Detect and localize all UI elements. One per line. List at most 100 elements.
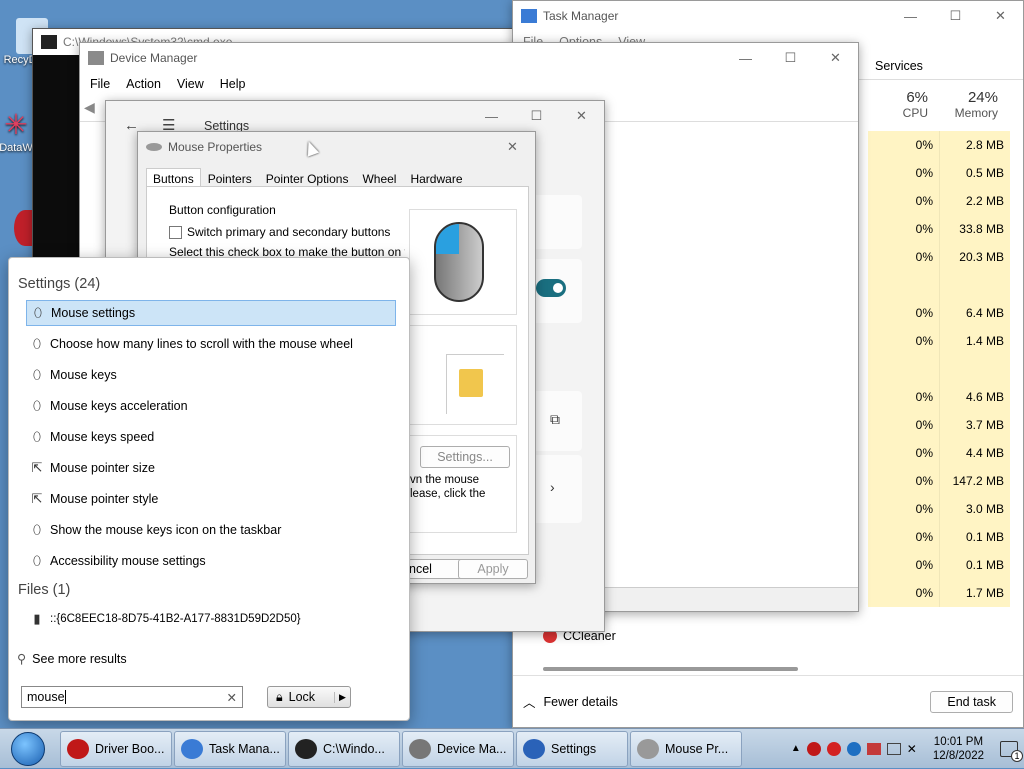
search-result-item[interactable]: ⬯ Mouse keys acceleration (26, 393, 396, 419)
memory-cell (940, 355, 1010, 383)
process-row[interactable]: 0% 4.6 MB (868, 383, 1023, 411)
cpu-cell (868, 355, 940, 383)
mouse-icon: ⬯ (32, 429, 42, 444)
tray-battery-icon[interactable] (866, 742, 881, 755)
minimize-icon[interactable]: — (888, 1, 933, 31)
search-result-item[interactable]: ⬯ Accessibility mouse settings (26, 548, 396, 574)
see-more-label: See more results (32, 651, 127, 666)
cpu-cell: 0% (868, 159, 940, 187)
chevron-right-icon: › (550, 479, 555, 495)
taskbar-button[interactable]: Mouse Pr... (630, 730, 742, 767)
process-row[interactable]: 0% 20.3 MB (868, 243, 1023, 271)
dm-menu-help[interactable]: Help (220, 77, 246, 91)
process-row[interactable]: 0% 6.4 MB (868, 299, 1023, 327)
close-icon[interactable]: ✕ (559, 101, 604, 131)
dm-menu-file[interactable]: File (90, 77, 110, 91)
search-input[interactable]: mouse ✕ (21, 686, 243, 708)
tm-title: Task Manager (543, 9, 619, 23)
tray-red-icon[interactable] (826, 741, 841, 756)
process-row[interactable]: 0% 2.8 MB (868, 131, 1023, 159)
tab-services[interactable]: Services (875, 59, 923, 73)
process-row[interactable]: 0% 0.1 MB (868, 523, 1023, 551)
cpu-cell (868, 271, 940, 299)
tray-blue-icon[interactable] (846, 741, 861, 756)
search-result-item[interactable]: ⇱ Mouse pointer style (26, 486, 396, 512)
search-result-item[interactable]: ⬯ Mouse keys (26, 362, 396, 388)
taskbar-button[interactable]: Driver Boo... (60, 730, 172, 767)
process-row[interactable]: 0% 4.4 MB (868, 439, 1023, 467)
fewer-details-button[interactable]: ︿ Fewer details (523, 692, 618, 711)
lock-button[interactable]: 🔒︎ Lock ▶ (267, 686, 351, 708)
cpu-cell: 0% (868, 327, 940, 355)
notification-icon[interactable]: 1 (1000, 740, 1023, 762)
process-row[interactable] (868, 355, 1023, 383)
maximize-icon[interactable]: ☐ (514, 101, 559, 131)
search-result-item[interactable]: ⬯ Mouse keys speed (26, 424, 396, 450)
taskbar-button[interactable]: Task Mana... (174, 730, 286, 767)
search-result-item[interactable]: ⬯ Show the mouse keys icon on the taskbar (26, 517, 396, 543)
dm-menu-view[interactable]: View (177, 77, 204, 91)
process-row[interactable]: 0% 147.2 MB (868, 467, 1023, 495)
process-row[interactable]: 0% 0.1 MB (868, 551, 1023, 579)
process-row[interactable]: 0% 3.7 MB (868, 411, 1023, 439)
maximize-icon[interactable]: ☐ (933, 1, 978, 31)
minimize-icon[interactable]: — (469, 101, 514, 131)
mouse-illustration-icon (434, 222, 484, 302)
show-hidden-icons[interactable]: ▲ (791, 743, 801, 754)
taskbar-app-icon (523, 738, 545, 759)
chevron-right-icon[interactable]: ▶ (334, 691, 350, 703)
apply-button[interactable]: Apply (458, 559, 528, 579)
process-row[interactable]: 0% 33.8 MB (868, 215, 1023, 243)
back-arrow-icon[interactable]: ◀ (84, 99, 95, 116)
memory-column-header[interactable]: 24% Memory (940, 89, 1010, 120)
process-row[interactable]: 0% 0.5 MB (868, 159, 1023, 187)
cpu-cell: 0% (868, 383, 940, 411)
start-search-panel[interactable]: Settings (24) ⬯ Mouse settings ⬯ Choose how… (8, 257, 410, 721)
cpu-cell: 0% (868, 551, 940, 579)
folder-test-icon[interactable] (446, 354, 504, 414)
process-row[interactable]: 0% 1.7 MB (868, 579, 1023, 607)
clock[interactable]: 10:01 PM 12/8/2022 (933, 735, 984, 763)
end-task-button[interactable]: End task (930, 690, 1013, 713)
close-icon[interactable]: ✕ (813, 43, 858, 73)
external-link-icon: ⧉ (550, 411, 560, 427)
process-row[interactable]: 0% 3.0 MB (868, 495, 1023, 523)
search-result-item[interactable]: ⬯ Mouse settings (26, 300, 396, 326)
tm-header: 6% CPU 24% Memory (868, 89, 1023, 120)
minimize-icon[interactable]: — (723, 43, 768, 73)
cpu-column-header[interactable]: 6% CPU (868, 89, 940, 120)
dm-menu-action[interactable]: Action (126, 77, 161, 91)
maximize-icon[interactable]: ☐ (768, 43, 813, 73)
memory-cell: 0.5 MB (940, 159, 1010, 187)
taskbar-label: Mouse Pr... (665, 741, 729, 756)
see-more-results-link[interactable]: ⚲ See more results (17, 651, 127, 667)
taskbar-button[interactable]: C:\Windo... (288, 730, 400, 767)
search-result-label: Mouse keys acceleration (50, 399, 188, 413)
checkbox-box[interactable] (169, 225, 182, 239)
taskbar-button[interactable]: Settings (516, 730, 628, 767)
start-button[interactable] (0, 729, 56, 769)
close-icon[interactable]: ✕ (490, 132, 535, 162)
memory-cell: 33.8 MB (940, 215, 1010, 243)
search-result-item[interactable]: ⬯ Choose how many lines to scroll with th… (26, 331, 396, 357)
taskbar-button[interactable]: Device Ma... (402, 730, 514, 767)
search-result-item[interactable]: ⇱ Mouse pointer size (26, 455, 396, 481)
file-result[interactable]: ▮ ::{6C8EEC18-8D75-41B2-A177-8831D59D2D5… (26, 606, 396, 632)
clicklock-settings-button[interactable]: Settings... (420, 446, 510, 468)
tray: ▲ ✕ 10:01 PM 12/8/2022 1 (791, 729, 1024, 769)
tray-network-icon[interactable] (886, 742, 901, 755)
volume-muted-icon[interactable]: ✕ (907, 742, 917, 756)
tray-driver-icon[interactable] (806, 741, 821, 756)
close-icon[interactable]: ✕ (978, 1, 1023, 31)
horizontal-scrollbar[interactable] (543, 667, 798, 671)
switch-buttons-checkbox[interactable]: Switch primary and secondary buttons (169, 225, 390, 239)
cpu-cell: 0% (868, 411, 940, 439)
process-row[interactable]: 0% 1.4 MB (868, 327, 1023, 355)
clear-icon[interactable]: ✕ (227, 690, 237, 705)
cpu-cell: 0% (868, 579, 940, 607)
mp-titlebar[interactable]: Mouse Properties (138, 132, 535, 162)
process-row[interactable]: 0% 2.2 MB (868, 187, 1023, 215)
toggle-switch[interactable] (536, 279, 566, 297)
process-row[interactable] (868, 271, 1023, 299)
checkbox-label: Switch primary and secondary buttons (187, 225, 391, 239)
